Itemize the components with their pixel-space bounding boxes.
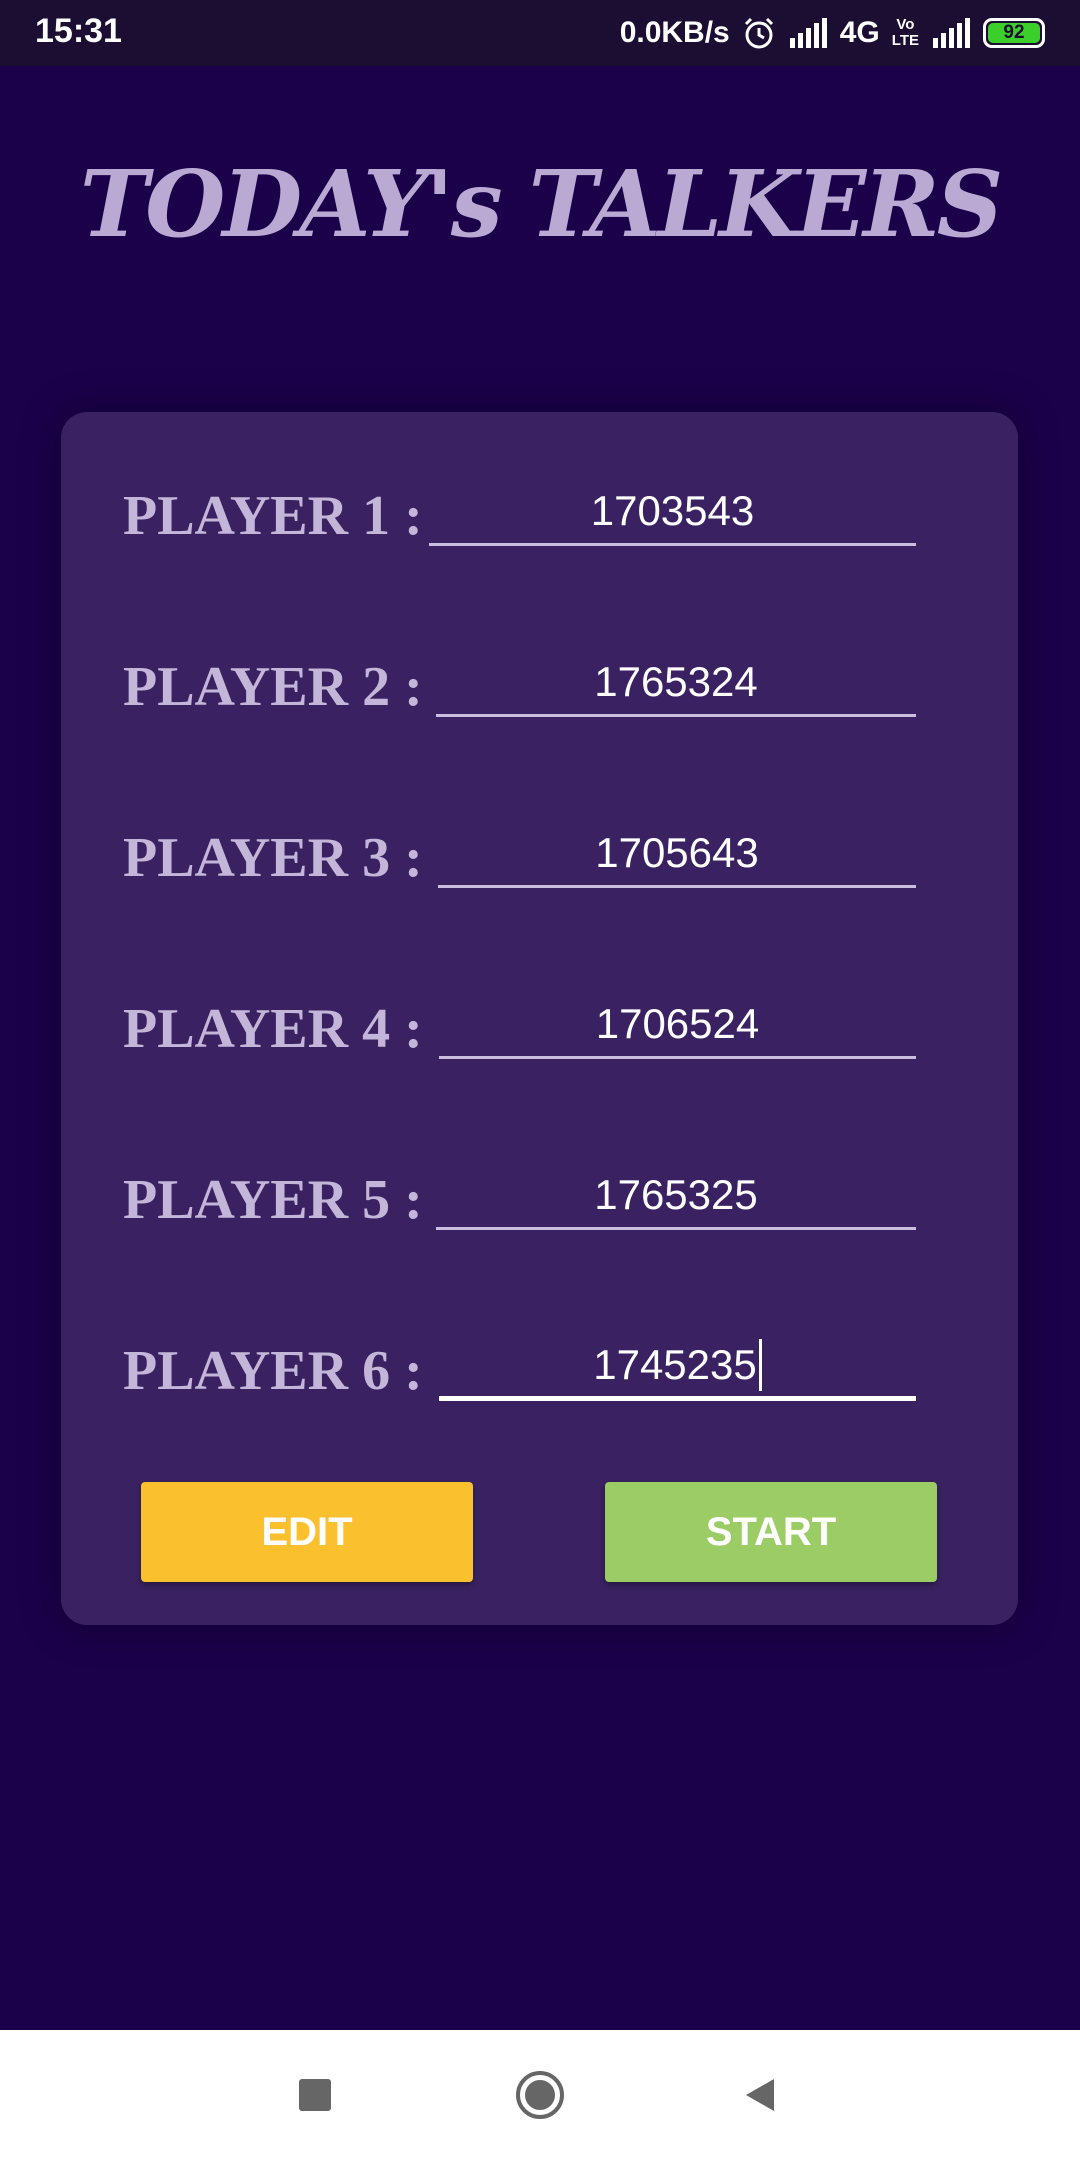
player-row-3: PLAYER 3 : 1705643 xyxy=(61,806,1018,906)
player-3-value: 1705643 xyxy=(595,828,759,876)
volte-icon: Vo LTE xyxy=(892,17,919,49)
player-3-input[interactable]: 1705643 xyxy=(438,820,916,888)
player-2-label: PLAYER 2 : xyxy=(123,656,423,718)
player-5-input[interactable]: 1765325 xyxy=(436,1162,916,1230)
player-4-label: PLAYER 4 : xyxy=(123,998,423,1060)
players-card: PLAYER 1 : 1703543 PLAYER 2 : 1765324 PL… xyxy=(61,412,1018,1625)
player-6-value: 1745235 xyxy=(593,1340,757,1388)
player-row-6: PLAYER 6 : 1745235 xyxy=(61,1319,1018,1419)
player-5-label: PLAYER 5 : xyxy=(123,1169,423,1231)
battery-level: 92 xyxy=(988,22,1040,43)
network-type: 4G xyxy=(839,16,880,49)
player-3-label: PLAYER 3 : xyxy=(123,827,423,889)
page-title: TODAY's TALKERS xyxy=(79,150,1003,258)
status-time: 15:31 xyxy=(35,12,122,50)
player-6-label: PLAYER 6 : xyxy=(123,1340,423,1402)
player-6-input[interactable]: 1745235 xyxy=(439,1333,916,1401)
player-row-1: PLAYER 1 : 1703543 xyxy=(61,464,1018,564)
signal-icon xyxy=(931,18,971,48)
player-1-label: PLAYER 1 : xyxy=(123,485,423,547)
text-cursor xyxy=(758,1338,762,1391)
home-circle-icon[interactable] xyxy=(510,2065,570,2125)
player-2-value: 1765324 xyxy=(594,657,758,705)
volte-label-top: Vo xyxy=(896,16,915,33)
player-1-input[interactable]: 1703543 xyxy=(429,478,916,546)
player-4-input[interactable]: 1706524 xyxy=(439,991,916,1059)
player-1-value: 1703543 xyxy=(590,486,755,534)
battery-icon: 92 xyxy=(983,18,1045,48)
app-screen: 15:31 0.0KB/s 4G Vo LTE 92 TODAY's TALKE… xyxy=(0,0,1080,2160)
status-bar: 15:31 0.0KB/s 4G Vo LTE 92 xyxy=(0,0,1080,66)
volte-label-bottom: LTE xyxy=(891,32,919,49)
back-triangle-icon[interactable] xyxy=(730,2065,790,2125)
player-row-5: PLAYER 5 : 1765325 xyxy=(61,1148,1018,1248)
status-icons: 0.0KB/s 4G Vo LTE 92 xyxy=(620,10,1045,56)
alarm-icon xyxy=(742,16,776,50)
signal-icon xyxy=(788,18,828,48)
start-button[interactable]: START xyxy=(605,1482,937,1582)
network-speed: 0.0KB/s xyxy=(619,16,730,49)
navigation-bar xyxy=(0,2030,1080,2160)
recents-square-icon[interactable] xyxy=(285,2065,345,2125)
player-row-4: PLAYER 4 : 1706524 xyxy=(61,977,1018,1077)
player-2-input[interactable]: 1765324 xyxy=(436,649,916,717)
edit-button[interactable]: EDIT xyxy=(141,1482,473,1582)
player-row-2: PLAYER 2 : 1765324 xyxy=(61,635,1018,735)
player-5-value: 1765325 xyxy=(594,1170,758,1218)
player-4-value: 1706524 xyxy=(595,999,760,1047)
